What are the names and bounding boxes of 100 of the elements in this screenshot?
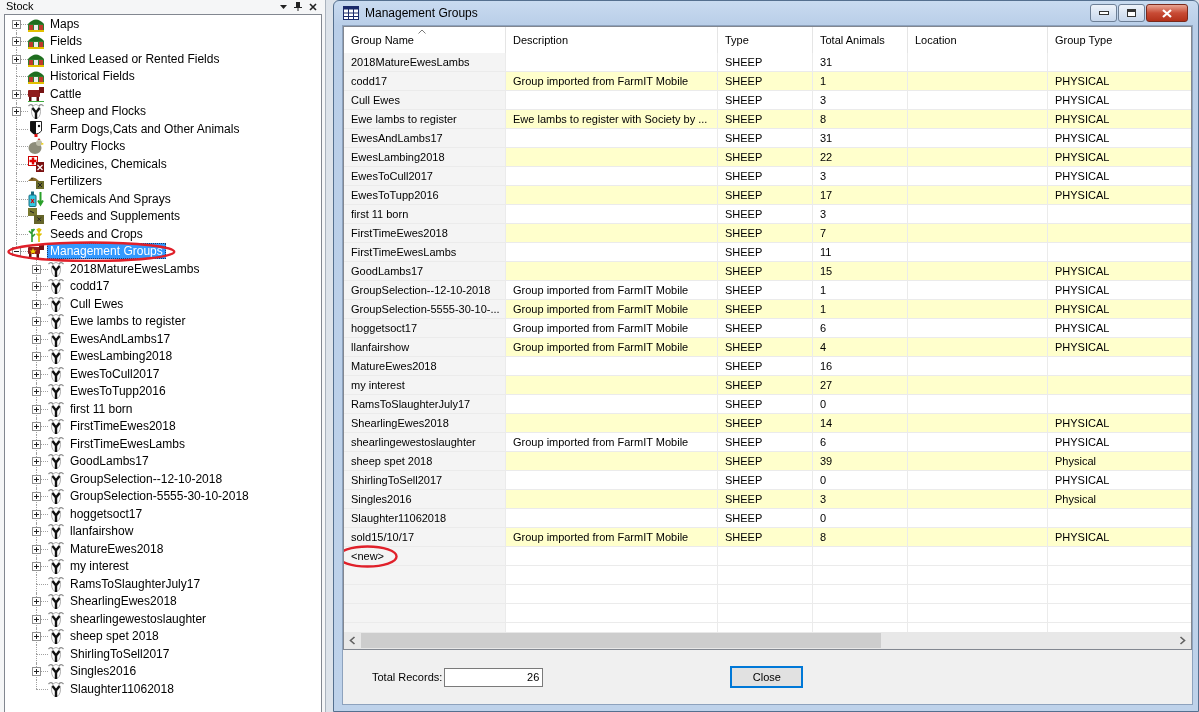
tree-item[interactable]: shearlingewestoslaughter <box>67 610 210 627</box>
tree-item[interactable]: Chemicals And Sprays <box>47 190 174 207</box>
scrollbar-thumb[interactable] <box>361 633 882 648</box>
table-cell: SHEEP <box>718 528 813 546</box>
tree-item[interactable]: Farm Dogs,Cats and Other Animals <box>47 120 243 137</box>
minimize-button[interactable] <box>1090 4 1117 22</box>
expand-icon[interactable] <box>32 509 41 519</box>
tree-item[interactable]: FirstTimeEwes2018 <box>67 418 179 435</box>
plant-icon <box>28 225 44 242</box>
pin-icon[interactable] <box>294 2 302 11</box>
table-cell-text: Physical <box>1054 454 1097 469</box>
table-cell: 2018MatureEwesLambs <box>344 53 506 71</box>
tree-item[interactable]: GroupSelection--12-10-2018 <box>67 470 226 487</box>
collapse-icon[interactable] <box>12 247 21 257</box>
expand-icon[interactable] <box>12 19 21 29</box>
tree-item[interactable]: Historical Fields <box>47 68 138 85</box>
tree-item[interactable]: GoodLambs17 <box>67 453 152 470</box>
tree-item[interactable]: Ewe lambs to register <box>67 313 189 330</box>
table-cell: SHEEP <box>718 243 813 261</box>
minimize-icon[interactable] <box>1098 11 1109 15</box>
expand-icon[interactable] <box>32 544 41 554</box>
table-cell: sheep spet 2018 <box>344 452 506 470</box>
expand-icon[interactable] <box>32 369 41 379</box>
table-cell: EwesAndLambs17 <box>344 129 506 147</box>
tree-item[interactable]: Linked Leased or Rented Fields <box>47 50 223 67</box>
expand-icon[interactable] <box>32 352 41 362</box>
tree-item[interactable]: GroupSelection-5555-30-10-2018 <box>67 488 252 505</box>
expand-icon[interactable] <box>32 422 41 432</box>
total-records-field[interactable]: 26 <box>444 667 544 687</box>
table-cell: hoggetsoct17 <box>344 319 506 337</box>
tree-item[interactable]: 2018MatureEwesLambs <box>67 260 203 277</box>
tree-item[interactable]: Sheep and Flocks <box>47 103 150 120</box>
tree-item[interactable]: my interest <box>67 558 132 575</box>
tree-item[interactable]: sheep spet 2018 <box>67 628 162 645</box>
tree-item[interactable]: Cattle <box>47 85 85 102</box>
tree-item[interactable]: Maps <box>47 15 83 32</box>
expand-icon[interactable] <box>32 667 41 677</box>
tree-item[interactable]: ShearlingEwes2018 <box>67 593 180 610</box>
expand-icon[interactable] <box>32 317 41 327</box>
expand-icon[interactable] <box>32 299 41 309</box>
expand-icon[interactable] <box>32 492 41 502</box>
table-cell: first 11 born <box>344 205 506 223</box>
tree-item[interactable]: MatureEwes2018 <box>67 540 167 557</box>
chevron-left-icon[interactable] <box>349 636 356 645</box>
expand-icon[interactable] <box>32 562 41 572</box>
sheep-icon <box>48 418 64 435</box>
sheep-icon <box>48 278 64 295</box>
table-cell: GroupSelection-5555-30-10-... <box>344 300 506 318</box>
tree-item[interactable]: RamsToSlaughterJuly17 <box>67 575 204 592</box>
pane-title: Stock <box>6 0 35 13</box>
tree-item[interactable]: FirstTimeEwesLambs <box>67 435 188 452</box>
tree-item[interactable]: Medicines, Chemicals <box>47 155 170 172</box>
table-cell: Group imported from FarmIT Mobile <box>506 72 718 90</box>
maximize-icon[interactable] <box>1127 9 1136 17</box>
expand-icon[interactable] <box>12 89 21 99</box>
tree-item[interactable]: Cull Ewes <box>67 295 127 312</box>
table-cell: 3 <box>813 167 908 185</box>
tree-item[interactable]: EwesToCull2017 <box>67 365 163 382</box>
tree-item[interactable]: llanfairshow <box>67 523 137 540</box>
feed-sack-icon <box>28 208 44 225</box>
tree-item[interactable]: Singles2016 <box>67 663 140 680</box>
tree-item[interactable]: EwesLambing2018 <box>67 348 176 365</box>
window-close-button[interactable] <box>1146 4 1188 22</box>
expand-icon[interactable] <box>32 282 41 292</box>
expand-icon[interactable] <box>32 387 41 397</box>
table-cell: Ewe lambs to register with Society by ... <box>506 110 718 128</box>
new-record-cell[interactable]: <new> <box>344 547 506 565</box>
tree-item[interactable]: Fields <box>47 33 85 50</box>
close-button[interactable]: Close <box>730 666 804 688</box>
tree-item[interactable]: Poultry Flocks <box>47 138 129 155</box>
tree-item[interactable]: first 11 born <box>67 400 136 417</box>
expand-icon[interactable] <box>32 614 41 624</box>
chevron-right-icon[interactable] <box>1179 636 1186 645</box>
expand-icon[interactable] <box>32 597 41 607</box>
expand-icon[interactable] <box>32 457 41 467</box>
tree-item[interactable]: hoggetsoct17 <box>67 505 146 522</box>
expand-icon[interactable] <box>32 527 41 537</box>
table-cell: 0 <box>813 509 908 527</box>
tree-item[interactable]: Seeds and Crops <box>47 225 146 242</box>
maximize-button[interactable] <box>1118 4 1145 22</box>
tree-item[interactable]: Slaughter11062018 <box>67 680 177 697</box>
expand-icon[interactable] <box>32 334 41 344</box>
tree-item[interactable]: codd17 <box>67 278 113 295</box>
tree-item[interactable]: EwesToTupp2016 <box>67 383 169 400</box>
tree-item[interactable]: Fertilizers <box>47 173 105 190</box>
tree-item[interactable]: ShirlingToSell2017 <box>67 645 173 662</box>
expand-icon[interactable] <box>32 474 41 484</box>
caret-down-icon[interactable] <box>280 4 287 9</box>
expand-icon[interactable] <box>12 37 21 47</box>
expand-icon[interactable] <box>12 107 21 117</box>
sheep-icon <box>48 628 64 645</box>
expand-icon[interactable] <box>32 404 41 414</box>
tree-item[interactable]: EwesAndLambs17 <box>67 330 174 347</box>
expand-icon[interactable] <box>32 632 41 642</box>
expand-icon[interactable] <box>12 54 21 64</box>
close-icon[interactable] <box>309 2 317 11</box>
expand-icon[interactable] <box>32 439 41 449</box>
expand-icon[interactable] <box>32 264 41 274</box>
sheep-icon <box>48 593 64 610</box>
tree-item[interactable]: Feeds and Supplements <box>47 208 184 225</box>
